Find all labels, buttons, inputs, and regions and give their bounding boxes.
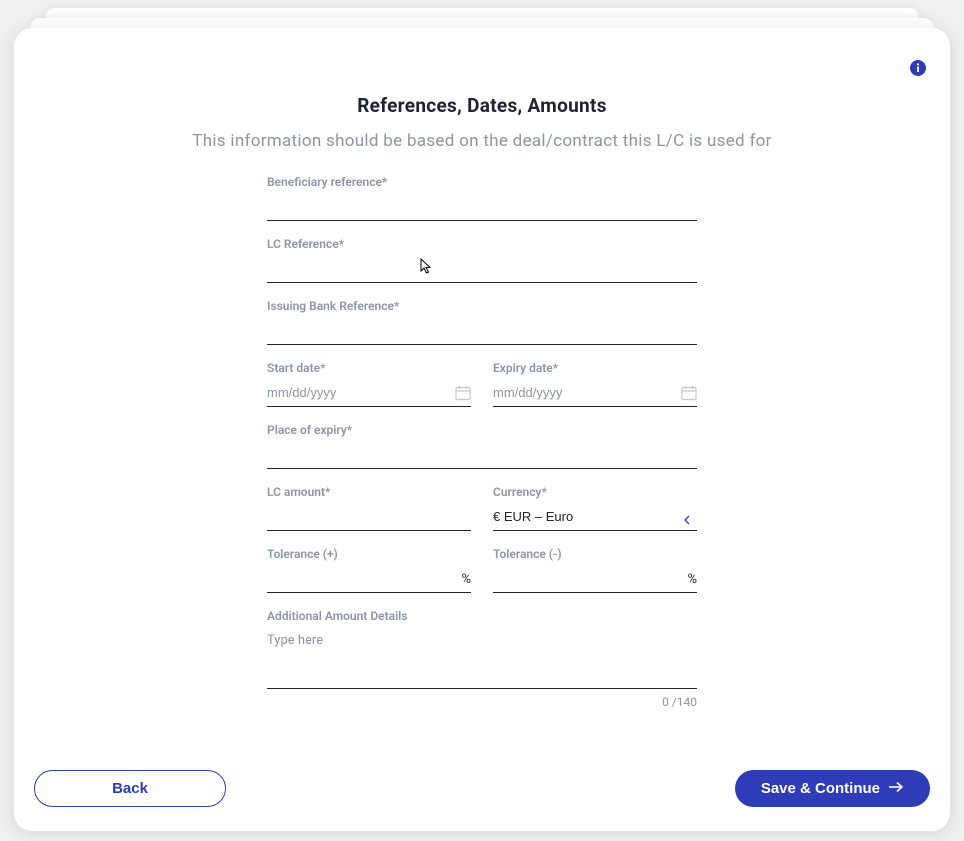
start-date-input[interactable]	[267, 379, 471, 407]
lc-amount-input[interactable]	[267, 503, 471, 531]
save-continue-label: Save & Continue	[761, 780, 880, 797]
currency-select[interactable]	[493, 503, 697, 531]
arrow-right-icon	[888, 780, 904, 797]
beneficiary-reference-input[interactable]	[267, 193, 697, 221]
expiry-date-input[interactable]	[493, 379, 697, 407]
card-stack-bg-2	[45, 8, 919, 18]
char-counter: 0 /140	[267, 695, 697, 709]
form-card: References, Dates, Amounts This informat…	[14, 28, 950, 831]
back-button[interactable]: Back	[34, 770, 226, 807]
issuing-bank-reference-input[interactable]	[267, 317, 697, 345]
place-of-expiry-label: Place of expiry*	[267, 423, 697, 437]
beneficiary-reference-label: Beneficiary reference*	[267, 175, 697, 189]
issuing-bank-reference-label: Issuing Bank Reference*	[267, 299, 697, 313]
expiry-date-label: Expiry date*	[493, 361, 697, 375]
currency-label: Currency*	[493, 485, 697, 499]
footer-actions: Back Save & Continue	[34, 770, 930, 807]
page-title: References, Dates, Amounts	[34, 94, 930, 117]
additional-details-textarea[interactable]	[267, 627, 697, 689]
place-of-expiry-input[interactable]	[267, 441, 697, 469]
form-area: Beneficiary reference* LC Reference* Iss…	[267, 175, 697, 709]
tolerance-minus-label: Tolerance (-)	[493, 547, 697, 561]
lc-reference-input[interactable]	[267, 255, 697, 283]
tolerance-plus-input[interactable]	[267, 565, 471, 593]
info-icon[interactable]	[910, 60, 926, 76]
lc-reference-label: LC Reference*	[267, 237, 697, 251]
percent-suffix: %	[461, 572, 471, 587]
page-subtitle: This information should be based on the …	[34, 131, 930, 151]
percent-suffix: %	[687, 572, 697, 587]
additional-details-label: Additional Amount Details	[267, 609, 697, 623]
card-stack-bg-1	[30, 18, 934, 28]
save-continue-button[interactable]: Save & Continue	[735, 770, 930, 807]
start-date-label: Start date*	[267, 361, 471, 375]
lc-amount-label: LC amount*	[267, 485, 471, 499]
tolerance-minus-input[interactable]	[493, 565, 697, 593]
tolerance-plus-label: Tolerance (+)	[267, 547, 471, 561]
